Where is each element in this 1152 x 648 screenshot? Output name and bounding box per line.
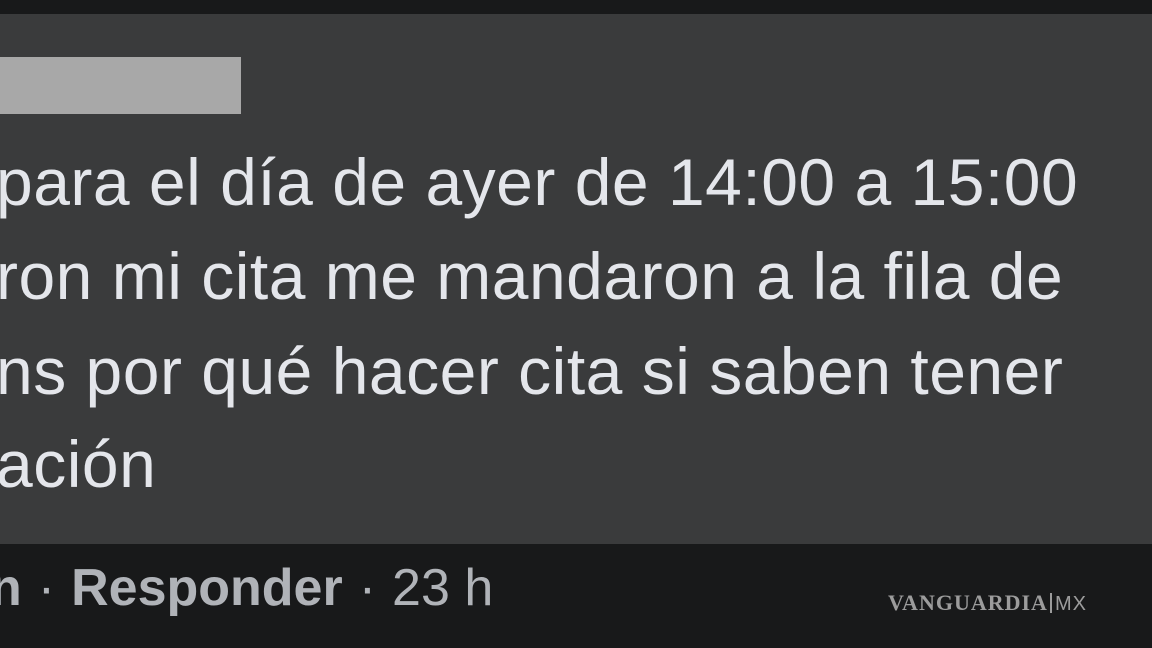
watermark-suffix: MX — [1054, 593, 1087, 615]
comment-line: para el día de ayer de 14:00 a 15:00 — [0, 145, 1079, 219]
comment-line: ron mi cita me mandaron a la fila de — [0, 239, 1064, 313]
comment-line: ación — [0, 427, 157, 501]
redacted-author-name — [0, 57, 241, 114]
like-link-partial[interactable]: n — [0, 559, 22, 617]
comment-bubble: para el día de ayer de 14:00 a 15:00 ron… — [0, 14, 1152, 544]
watermark-brand: VANGUARDIA — [888, 590, 1048, 615]
watermark-divider — [1049, 593, 1052, 613]
comment-line: ns por qué hacer cita si saben tener — [0, 334, 1064, 408]
reply-button[interactable]: Responder — [71, 559, 343, 617]
separator-dot: · — [37, 559, 56, 617]
comment-timestamp[interactable]: 23 h — [392, 559, 493, 617]
comment-actions-row: n · Responder · 23 h — [0, 556, 493, 620]
separator-dot: · — [358, 559, 377, 617]
vanguardia-watermark-logo: VANGUARDIA MX — [888, 590, 1087, 616]
